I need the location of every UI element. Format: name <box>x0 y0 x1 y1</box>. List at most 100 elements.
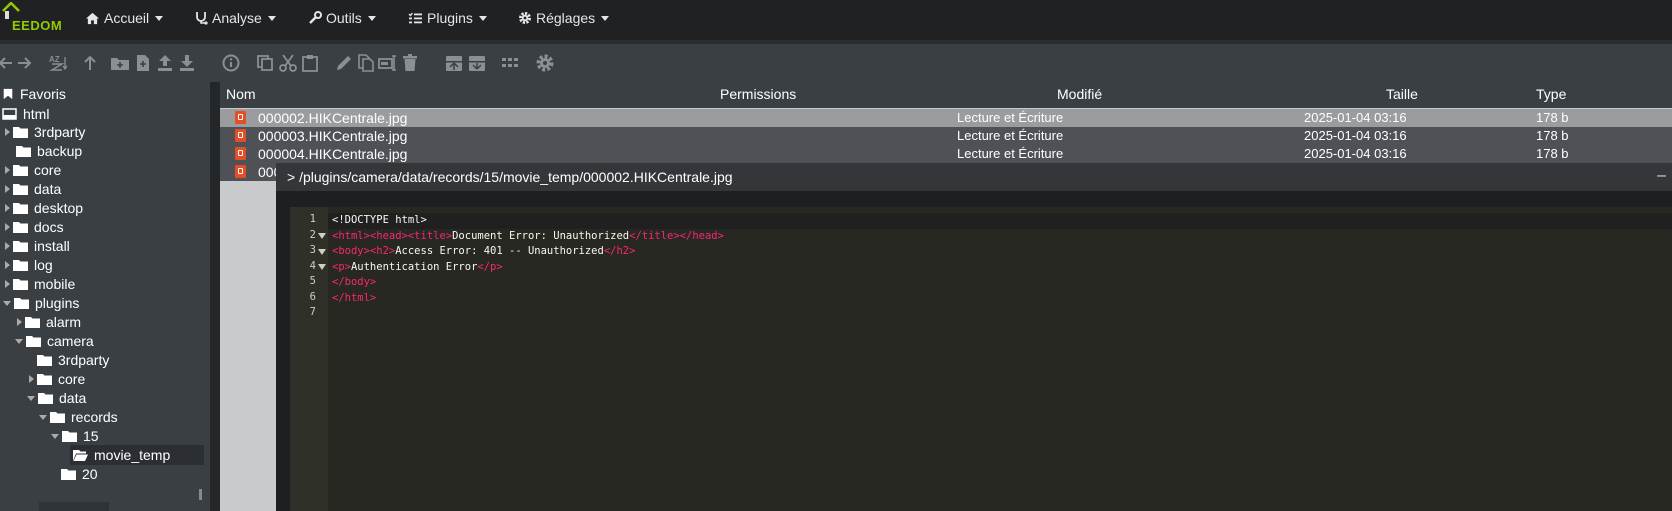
rename-button[interactable] <box>378 53 398 73</box>
tree-item-plugins[interactable]: plugins <box>3 293 79 313</box>
dialog-titlebar[interactable]: > /plugins/camera/data/records/15/movie_… <box>276 163 1672 191</box>
tree-item-core[interactable]: core <box>5 160 61 180</box>
nav-outils[interactable]: Outils <box>308 0 376 40</box>
tree-label: data <box>59 390 87 406</box>
col-permissions[interactable]: Permissions <box>720 86 796 102</box>
extract-icon <box>469 56 485 71</box>
nav-label: Analyse <box>212 10 262 26</box>
folder-icon <box>38 393 53 404</box>
expand-arrow-icon[interactable] <box>5 261 10 269</box>
tree-item-15[interactable]: 15 <box>51 426 99 446</box>
info-button[interactable] <box>221 53 241 73</box>
new-folder-button[interactable] <box>110 53 130 73</box>
tree-item-desktop[interactable]: desktop <box>5 198 83 218</box>
collapse-arrow-icon[interactable] <box>51 434 59 439</box>
code-line-1: <!DOCTYPE html> <box>332 213 427 229</box>
tree-item-favoris[interactable]: Favoris <box>2 84 66 104</box>
nav-reglages[interactable]: Réglages <box>518 0 610 40</box>
table-row[interactable]: 000003.HIKCentrale.jpg Lecture et Écritu… <box>220 127 1672 145</box>
tree-item-camera-data[interactable]: data <box>27 388 86 408</box>
fold-icon[interactable] <box>318 233 326 239</box>
collapse-arrow-icon[interactable] <box>27 396 35 401</box>
code-text: Document Error: Unauthorized <box>452 229 630 242</box>
expand-arrow-icon[interactable] <box>5 242 10 250</box>
tree-item-alarm[interactable]: alarm <box>17 312 81 332</box>
tree-item-html[interactable]: html <box>2 104 49 124</box>
expand-arrow-icon[interactable] <box>5 280 10 288</box>
table-row[interactable]: 000002.HIKCentrale.jpg Lecture et Écritu… <box>220 109 1672 127</box>
download-button[interactable] <box>177 53 197 73</box>
cut-button[interactable] <box>278 53 298 73</box>
view-button[interactable] <box>500 53 520 73</box>
table-row[interactable]: 000004.HIKCentrale.jpg Lecture et Écritu… <box>220 145 1672 163</box>
upload-button[interactable] <box>155 53 175 73</box>
tree-item-mobile[interactable]: mobile <box>5 274 75 294</box>
line-gutter: 1 2 3 4 5 6 7 <box>290 207 328 511</box>
extract-button[interactable] <box>467 53 487 73</box>
code-text: <!DOCTYPE html> <box>332 214 427 226</box>
file-modified: 2025-01-04 03:16 <box>1304 146 1407 161</box>
edit-button[interactable] <box>334 53 354 73</box>
expand-arrow-icon[interactable] <box>5 128 10 136</box>
col-size[interactable]: Taille <box>1386 86 1418 102</box>
code-tag: <p> <box>332 260 351 273</box>
tree-item-docs[interactable]: docs <box>5 217 64 237</box>
pane-splitter[interactable] <box>210 82 220 511</box>
tree-item-records[interactable]: records <box>39 407 118 427</box>
tree-label: plugins <box>35 295 80 311</box>
nav-plugins[interactable]: Plugins <box>408 0 487 40</box>
col-name[interactable]: Nom <box>226 86 256 102</box>
tree-item-log[interactable]: log <box>5 255 53 275</box>
caret-down-icon <box>267 16 276 21</box>
forward-button[interactable] <box>14 53 34 73</box>
archive-icon <box>446 56 462 71</box>
expand-arrow-icon[interactable] <box>17 318 22 326</box>
col-type[interactable]: Type <box>1536 86 1566 102</box>
collapse-arrow-icon[interactable] <box>15 339 23 344</box>
expand-arrow-icon[interactable] <box>5 204 10 212</box>
jeedom-logo[interactable]: EEDOM <box>0 2 70 38</box>
code-tag: </html> <box>332 291 377 304</box>
nav-analyse[interactable]: Analyse <box>195 0 276 40</box>
fold-icon[interactable] <box>318 264 326 270</box>
tree-item-camera[interactable]: camera <box>15 331 94 351</box>
expand-arrow-icon[interactable] <box>29 375 34 383</box>
paste-button[interactable] <box>300 53 320 73</box>
forward-icon <box>18 57 32 69</box>
settings-button[interactable] <box>535 53 555 73</box>
minimize-button[interactable]: – <box>1657 162 1666 190</box>
tree-item-3rdparty[interactable]: 3rdparty <box>5 122 85 142</box>
duplicate-button[interactable] <box>356 53 376 73</box>
tree-item-camera-core[interactable]: core <box>29 369 85 389</box>
sort-button[interactable]: AZ <box>48 53 68 73</box>
delete-button[interactable] <box>400 53 420 73</box>
collapse-arrow-icon[interactable] <box>39 415 47 420</box>
folder-icon <box>61 469 76 480</box>
tree-label: movie_temp <box>94 447 171 463</box>
expand-arrow-icon[interactable] <box>5 185 10 193</box>
nav-accueil[interactable]: Accueil <box>85 0 164 40</box>
tree-item-install[interactable]: install <box>5 236 70 256</box>
new-file-button[interactable] <box>133 53 153 73</box>
file-permissions: Lecture et Écriture <box>957 110 1064 125</box>
code-editor[interactable]: 1 2 3 4 5 6 7 <!DOCTYPE html> <html><hea… <box>290 207 1672 511</box>
tree-item-camera-3rdparty[interactable]: 3rdparty <box>37 350 109 370</box>
fold-icon[interactable] <box>318 248 326 255</box>
copy-button[interactable] <box>255 53 275 73</box>
tree-label: data <box>34 181 62 197</box>
file-size: 178 b <box>1536 128 1569 143</box>
expand-arrow-icon[interactable] <box>5 166 10 174</box>
tree-item-backup[interactable]: backup <box>16 141 82 161</box>
up-button[interactable] <box>80 53 100 73</box>
collapse-arrow-icon[interactable] <box>3 301 11 306</box>
archive-button[interactable] <box>444 53 464 73</box>
tree-item-data[interactable]: data <box>5 179 61 199</box>
tree-item-20[interactable]: 20 <box>61 464 98 484</box>
tree-scrollbar-grip[interactable] <box>199 489 202 500</box>
col-modified[interactable]: Modifié <box>1057 86 1102 102</box>
expand-arrow-icon[interactable] <box>5 223 10 231</box>
caret-down-icon <box>367 16 376 21</box>
tree-item-partial <box>39 502 109 511</box>
code-line-2: <html><head><title>Document Error: Unaut… <box>332 229 724 245</box>
tree-item-movie-temp[interactable]: movie_temp <box>70 445 204 465</box>
